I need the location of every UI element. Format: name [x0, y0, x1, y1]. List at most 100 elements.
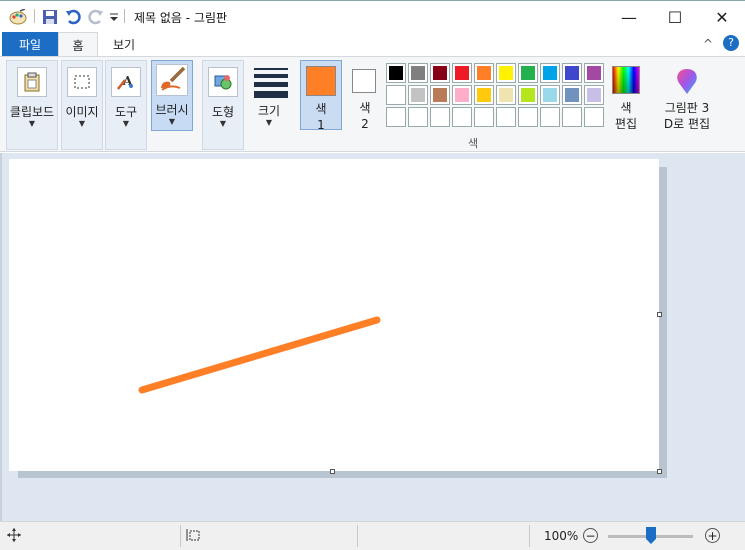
- image-label: 이미지: [65, 105, 99, 119]
- workspace: [0, 153, 745, 521]
- line-size-icon: [254, 68, 288, 102]
- swatch-fill: [455, 88, 469, 102]
- tab-home[interactable]: 홈: [58, 32, 98, 57]
- palette-swatch[interactable]: [452, 85, 472, 105]
- image-button[interactable]: 이미지 ▼: [61, 60, 103, 150]
- edit-colors-button[interactable]: 색 편집: [606, 60, 646, 140]
- resize-handle-corner[interactable]: [657, 469, 662, 474]
- tab-file[interactable]: 파일: [2, 32, 58, 56]
- palette-swatch[interactable]: [386, 107, 406, 127]
- swatch-fill: [433, 66, 447, 80]
- title-bar: 제목 없음 - 그림판 — ☐ ✕: [0, 0, 745, 32]
- color2-label: 색 2: [359, 101, 371, 131]
- paint3d-icon: [672, 66, 702, 96]
- palette-swatch[interactable]: [540, 85, 560, 105]
- minimize-button[interactable]: —: [606, 1, 652, 33]
- palette-swatch[interactable]: [562, 63, 582, 83]
- palette-swatch[interactable]: [562, 85, 582, 105]
- palette-swatch[interactable]: [386, 85, 406, 105]
- size-button[interactable]: 크기 ▼: [248, 60, 290, 150]
- palette-swatch[interactable]: [584, 85, 604, 105]
- swatch-fill: [389, 88, 403, 102]
- swatch-fill: [499, 66, 513, 80]
- color2-swatch: [352, 69, 376, 93]
- tab-view[interactable]: 보기: [98, 32, 150, 56]
- status-bar: 100% − +: [0, 521, 745, 550]
- swatch-fill: [433, 110, 447, 124]
- edit-with-paint3d-button[interactable]: 그림판 3 D로 편집: [656, 60, 718, 140]
- ribbon-tabs: 파일 홈 보기 ^ ?: [0, 32, 745, 57]
- chevron-down-icon: ▼: [219, 119, 227, 128]
- customize-dropdown-icon[interactable]: [108, 8, 120, 26]
- palette-swatch[interactable]: [474, 107, 494, 127]
- palette-swatch[interactable]: [430, 85, 450, 105]
- drawing-canvas[interactable]: [9, 159, 659, 471]
- select-icon: [67, 67, 97, 97]
- palette-swatch[interactable]: [452, 107, 472, 127]
- zoom-level: 100%: [544, 529, 579, 543]
- palette-swatch[interactable]: [408, 85, 428, 105]
- color2-button[interactable]: 색 2: [344, 60, 386, 131]
- swatch-fill: [521, 88, 535, 102]
- resize-handle-right[interactable]: [657, 312, 662, 317]
- swatch-fill: [389, 66, 403, 80]
- undo-icon[interactable]: [63, 8, 83, 26]
- clipboard-button[interactable]: 클립보드 ▼: [6, 60, 58, 150]
- collapse-ribbon-icon[interactable]: ^: [703, 37, 713, 51]
- palette-swatch[interactable]: [540, 107, 560, 127]
- clipboard-icon: [17, 67, 47, 97]
- swatch-fill: [587, 66, 601, 80]
- palette-swatch[interactable]: [430, 63, 450, 83]
- status-separator: [357, 525, 358, 547]
- palette-swatch[interactable]: [496, 85, 516, 105]
- brush-button[interactable]: 브러시 ▼: [151, 60, 193, 131]
- zoom-out-button[interactable]: −: [583, 528, 598, 543]
- palette-swatch[interactable]: [386, 63, 406, 83]
- palette-swatch[interactable]: [474, 63, 494, 83]
- swatch-fill: [543, 66, 557, 80]
- palette-swatch[interactable]: [452, 63, 472, 83]
- palette-swatch[interactable]: [408, 63, 428, 83]
- palette-swatch[interactable]: [584, 63, 604, 83]
- resize-handle-bottom[interactable]: [330, 469, 335, 474]
- palette-swatch[interactable]: [518, 85, 538, 105]
- palette-swatch[interactable]: [518, 63, 538, 83]
- redo-icon[interactable]: [86, 8, 106, 26]
- palette-swatch[interactable]: [562, 107, 582, 127]
- ribbon: 클립보드 ▼ 이미지 ▼ A 도구 ▼ 브러시 ▼ 도형 ▼ 크기 ▼ 색 1 …: [0, 56, 745, 152]
- palette-swatch[interactable]: [540, 63, 560, 83]
- shapes-button[interactable]: 도형 ▼: [202, 60, 244, 150]
- swatch-fill: [411, 110, 425, 124]
- palette-swatch[interactable]: [584, 107, 604, 127]
- size-label: 크기: [257, 104, 281, 118]
- palette-swatch[interactable]: [496, 63, 516, 83]
- zoom-in-button[interactable]: +: [705, 528, 720, 543]
- save-icon[interactable]: [40, 8, 60, 26]
- chevron-down-icon: ▼: [122, 119, 130, 128]
- palette-swatch[interactable]: [474, 85, 494, 105]
- zoom-slider-thumb[interactable]: [646, 527, 656, 544]
- help-icon[interactable]: ?: [723, 35, 739, 51]
- swatch-fill: [543, 110, 557, 124]
- swatch-fill: [521, 66, 535, 80]
- window-title: 제목 없음 - 그림판: [134, 11, 228, 25]
- title-separator: [34, 9, 35, 23]
- color1-button[interactable]: 색 1: [300, 60, 342, 132]
- title-separator: [124, 9, 125, 23]
- swatch-fill: [499, 110, 513, 124]
- maximize-button[interactable]: ☐: [652, 1, 698, 33]
- chevron-down-icon: ▼: [78, 119, 86, 128]
- palette-swatch[interactable]: [430, 107, 450, 127]
- tools-button[interactable]: A 도구 ▼: [105, 60, 147, 150]
- palette-swatch[interactable]: [518, 107, 538, 127]
- status-separator: [529, 525, 530, 547]
- palette-swatch[interactable]: [408, 107, 428, 127]
- swatch-fill: [477, 110, 491, 124]
- palette-swatch[interactable]: [496, 107, 516, 127]
- close-button[interactable]: ✕: [699, 1, 745, 33]
- swatch-fill: [455, 110, 469, 124]
- paint-app-icon[interactable]: [8, 8, 28, 26]
- swatch-fill: [565, 88, 579, 102]
- chevron-down-icon: ▼: [265, 118, 273, 127]
- brush-label: 브러시: [155, 103, 189, 117]
